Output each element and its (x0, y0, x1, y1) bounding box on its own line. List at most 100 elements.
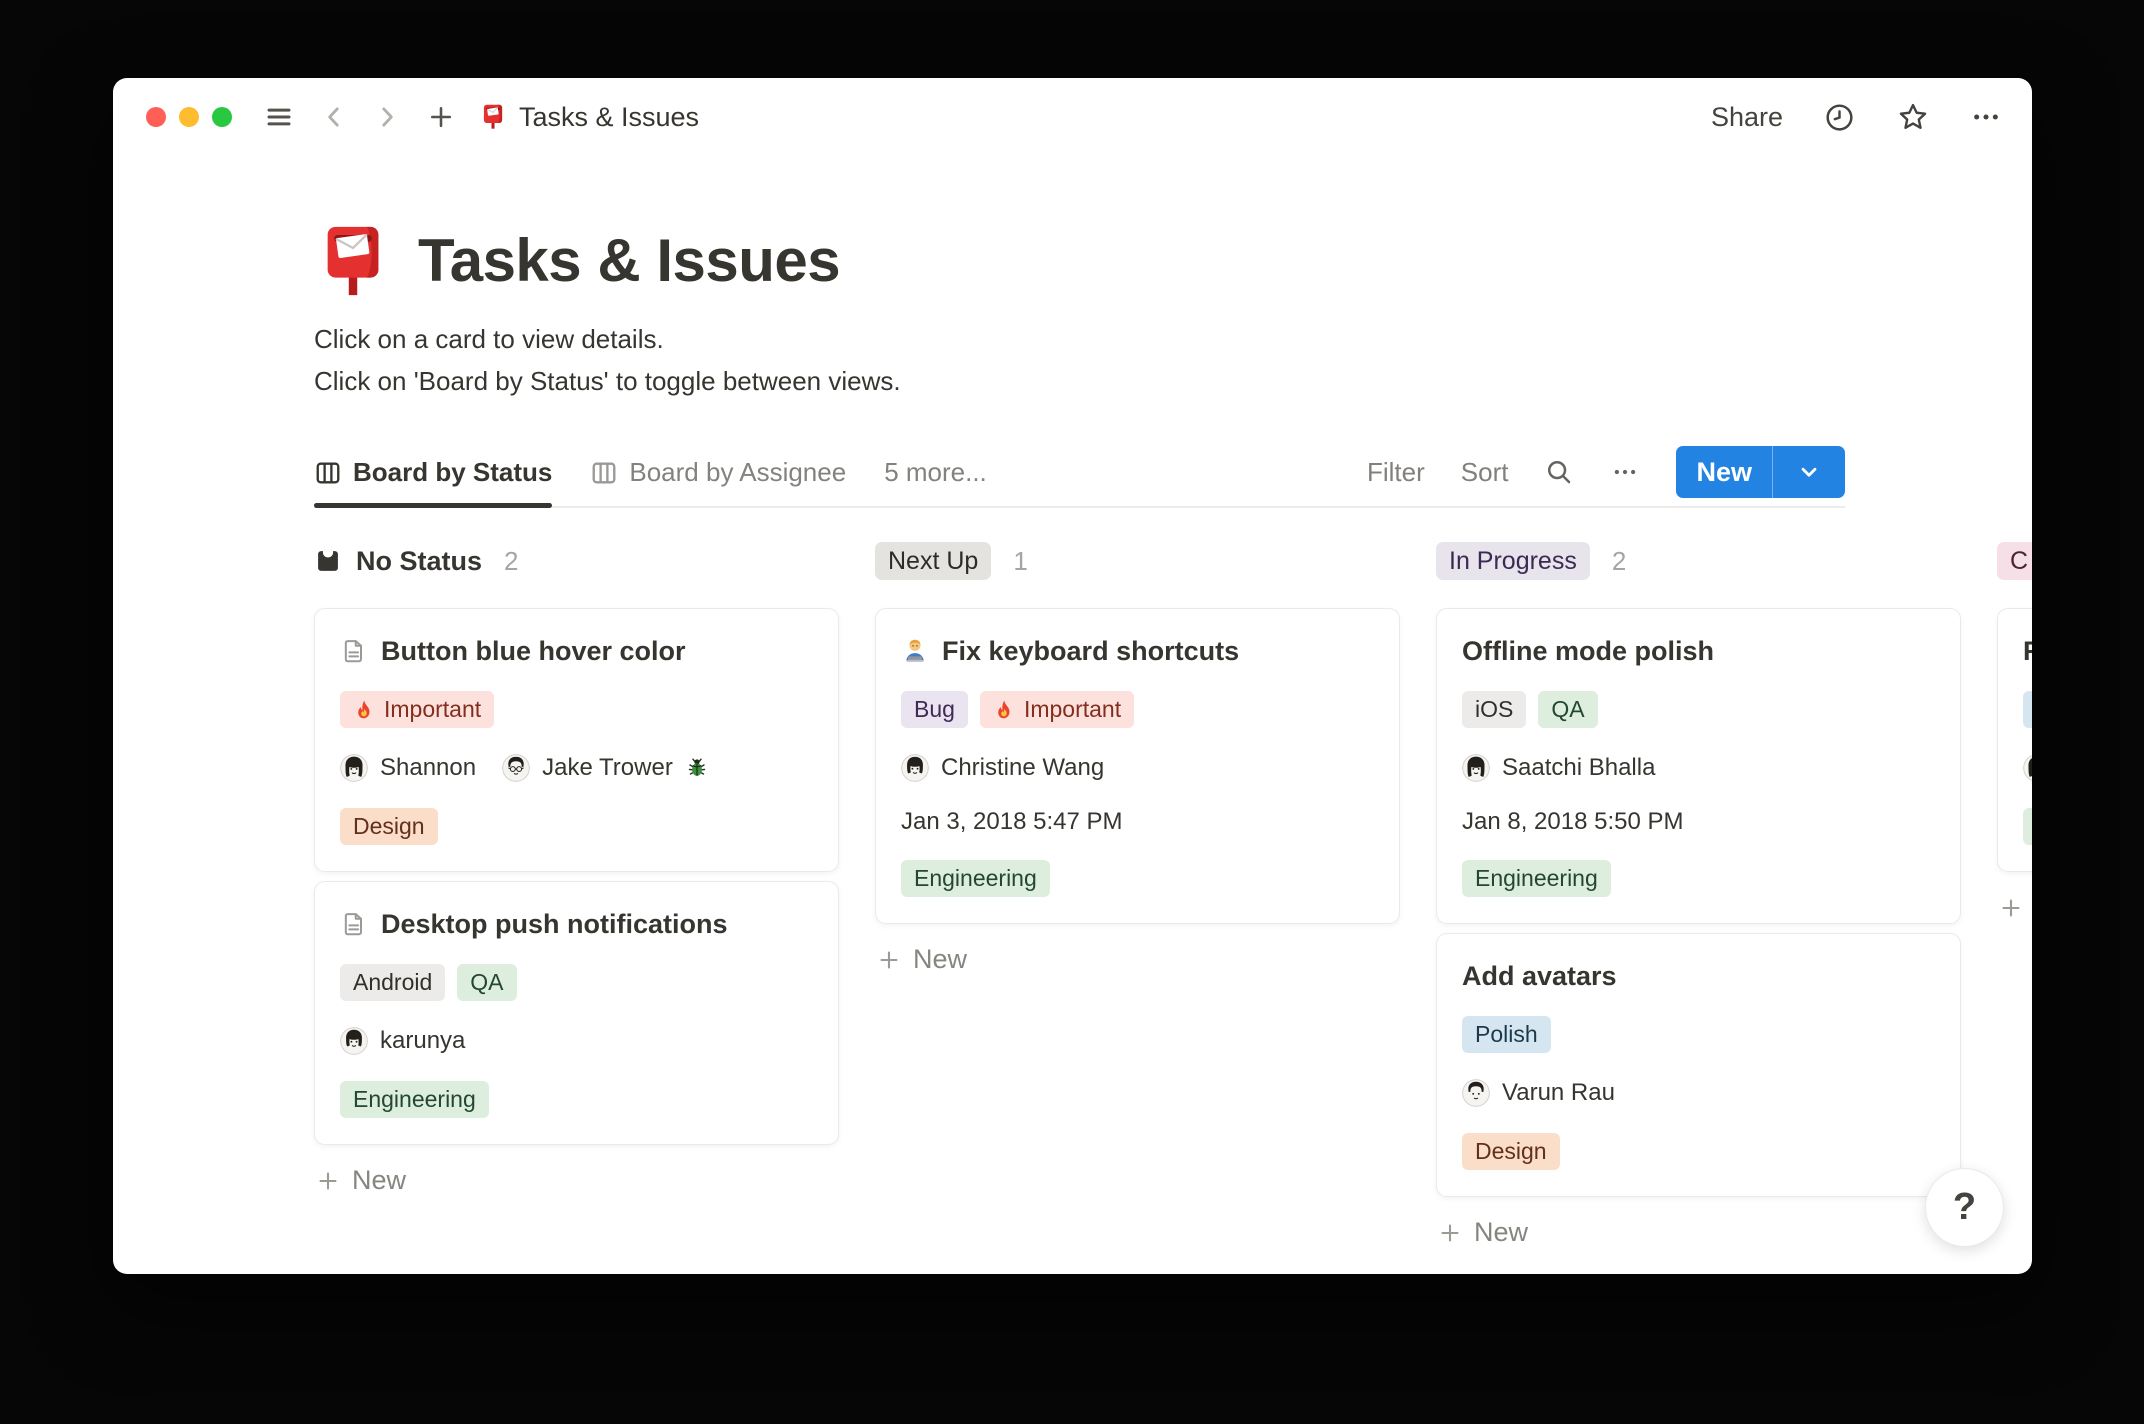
tab-more-views[interactable]: 5 more... (884, 457, 987, 506)
tag-label: Important (384, 696, 482, 722)
postbox-icon (479, 103, 507, 131)
filter-button[interactable]: Filter (1367, 457, 1425, 488)
column-title-pill: In Progress (1436, 542, 1590, 580)
board-card[interactable]: Button blue hover color Important Shannon J… (314, 608, 839, 872)
column-header[interactable]: Next Up 1 (875, 542, 1400, 580)
plus-icon (1438, 1221, 1462, 1245)
tag-row: Design (340, 808, 813, 845)
tag-row: P (2023, 691, 2032, 728)
new-page-plus-icon[interactable] (427, 103, 455, 131)
tag-row: Engineering (901, 860, 1374, 897)
new-card-button[interactable]: New (314, 1165, 839, 1196)
tag-red: Important (340, 691, 495, 728)
plus-icon (316, 1169, 340, 1193)
hamburger-icon[interactable] (264, 102, 294, 132)
column-count: 1 (1013, 545, 1028, 576)
help-button[interactable]: ? (1925, 1168, 2004, 1247)
card-title: Offline mode polish (1462, 635, 1715, 666)
assignee-row: karunya (340, 1025, 813, 1057)
assignee: Jake Trower (502, 754, 709, 782)
tag-label: Bug (914, 696, 955, 722)
tab-label: 5 more... (884, 457, 987, 487)
card-title-row: Fix keyboard shortcuts (901, 635, 1374, 667)
tag-row: Important (340, 691, 813, 728)
tab-label: Board by Assignee (629, 457, 847, 487)
board-column: C RP E New (1997, 542, 2032, 1248)
breadcrumb-title: Tasks & Issues (519, 101, 700, 132)
column-header[interactable]: No Status 2 (314, 542, 839, 580)
forward-icon[interactable] (374, 104, 400, 130)
card-title: Desktop push notifications (381, 908, 728, 939)
assignee-row: Christine Wang (901, 752, 1374, 784)
tag-label: Important (1023, 696, 1122, 722)
star-icon[interactable] (1896, 100, 1930, 134)
tab-label: Board by Status (353, 457, 553, 487)
card-title-row: R (2023, 635, 2032, 667)
view-options-ellipsis-icon[interactable] (1610, 457, 1640, 487)
board-card[interactable]: Desktop push notifications Android QA karun… (314, 881, 839, 1145)
board-column: No Status 2 Button blue hover color Importa… (314, 542, 839, 1248)
board-card[interactable]: Offline mode polish iOS QA Saatchi Bhalla Ja… (1436, 608, 1961, 924)
close-window-button[interactable] (146, 107, 166, 127)
ellipsis-icon[interactable] (1970, 101, 2002, 133)
board-card[interactable]: RP E (1997, 608, 2032, 872)
new-card-button[interactable]: New (1997, 892, 2032, 923)
fire-icon (993, 699, 1015, 721)
fire-icon (353, 699, 375, 721)
tag-row: iOS QA (1462, 691, 1935, 728)
tag-green: Engineering (340, 1081, 489, 1118)
board-column: In Progress 2 Offline mode polish iOS QA Saat… (1436, 542, 1961, 1248)
tag-blue: P (2023, 691, 2032, 728)
plus-icon (877, 948, 901, 972)
kanban-board: No Status 2 Button blue hover color Importa… (314, 542, 2032, 1248)
column-header[interactable]: C (1997, 542, 2032, 580)
card-date: Jan 8, 2018 5:50 PM (1462, 808, 1684, 835)
minimize-window-button[interactable] (179, 107, 199, 127)
postbox-icon (314, 222, 392, 300)
assignee-row: Shannon Jake Trower (340, 752, 813, 784)
assignee (2023, 754, 2032, 782)
tag-label: Engineering (1475, 865, 1598, 891)
assignee-name: Christine Wang (941, 754, 1105, 781)
column-title: No Status (356, 545, 483, 576)
board-card[interactable]: Add avatars Polish Varun Rau Design (1436, 933, 1961, 1197)
tag-row: Polish (1462, 1016, 1935, 1053)
new-card-button[interactable]: New (875, 944, 1400, 975)
tab-board-by-status[interactable]: Board by Status (314, 457, 553, 508)
card-title: Fix keyboard shortcuts (942, 635, 1240, 666)
tag-label: iOS (1475, 696, 1514, 722)
view-tabs: Board by Status Board by Assignee 5 more… (314, 457, 987, 508)
tag-row: Design (1462, 1133, 1935, 1170)
beetle-icon (685, 756, 709, 780)
column-count: 2 (1611, 545, 1627, 576)
avatar-woman-long-hair (2023, 754, 2032, 782)
card-title-row: Offline mode polish (1462, 635, 1935, 667)
back-icon[interactable] (321, 104, 347, 130)
breadcrumb[interactable]: Tasks & Issues (479, 102, 699, 133)
search-icon[interactable] (1544, 457, 1574, 487)
chevron-down-icon[interactable] (1773, 459, 1845, 485)
new-card-button[interactable]: New (1436, 1217, 1961, 1248)
share-button[interactable]: Share (1711, 102, 1783, 133)
zoom-window-button[interactable] (212, 107, 232, 127)
card-title: Button blue hover color (381, 635, 686, 666)
board-view-icon (314, 459, 342, 487)
app-window: Tasks & Issues Share Tasks & Issues Clic… (113, 78, 2032, 1274)
tab-board-by-assignee[interactable]: Board by Assignee (590, 457, 846, 506)
avatar-man-short-hair (1462, 1079, 1490, 1107)
column-header[interactable]: In Progress 2 (1436, 542, 1961, 580)
board-column: Next Up 1 Fix keyboard shortcuts Bug Importa… (875, 542, 1400, 1248)
assignee-name: Jake Trower (542, 754, 673, 781)
sort-button[interactable]: Sort (1461, 457, 1509, 488)
board-card[interactable]: Fix keyboard shortcuts Bug Important Christ… (875, 608, 1400, 924)
column-title-pill: Next Up (875, 542, 992, 580)
plus-icon (1999, 896, 2023, 920)
tag-label: Android (353, 969, 433, 995)
assignee: Saatchi Bhalla (1462, 754, 1655, 782)
technologist-icon (901, 637, 929, 665)
card-title-row: Button blue hover color (340, 635, 813, 667)
card-title: R (2023, 636, 2032, 667)
clock-icon[interactable] (1823, 101, 1856, 134)
tag-green: QA (1538, 691, 1598, 728)
new-button[interactable]: New (1676, 446, 1845, 498)
